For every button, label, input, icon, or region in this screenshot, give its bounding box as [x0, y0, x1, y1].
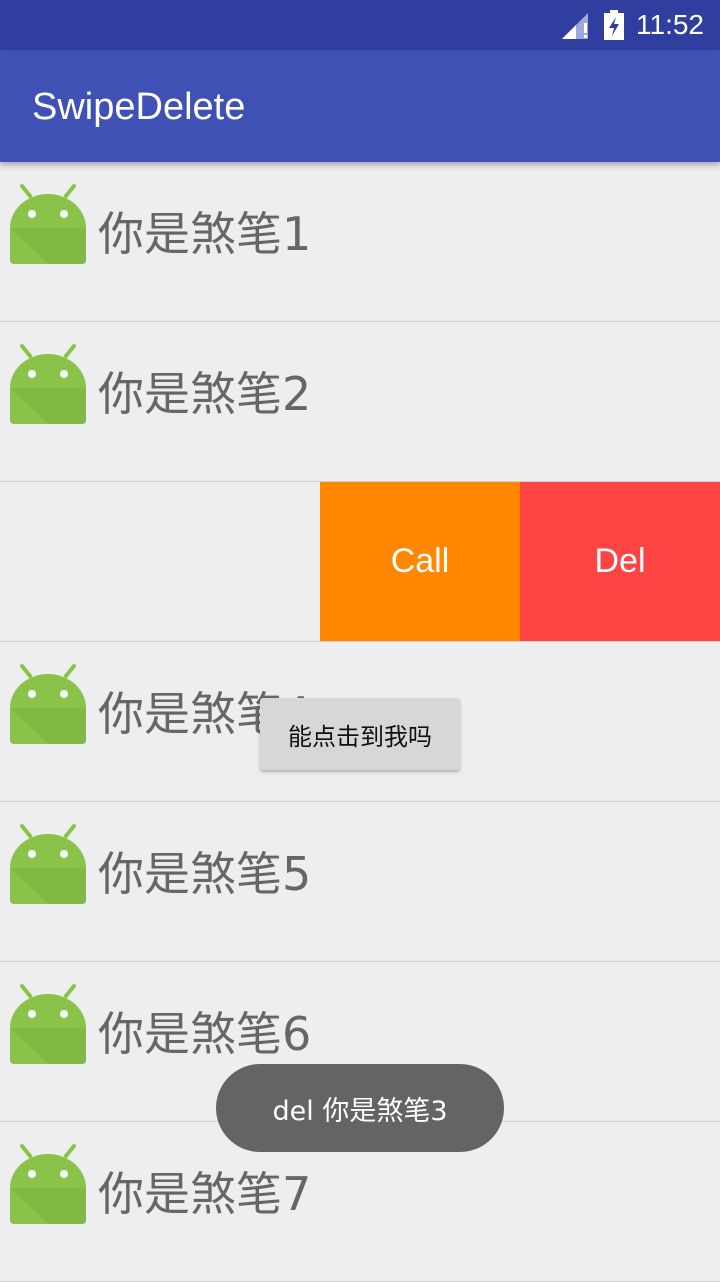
android-icon	[10, 664, 86, 744]
list-item-label: 你是煞笔5	[98, 847, 312, 901]
delete-button[interactable]: Del	[520, 482, 720, 641]
battery-icon	[604, 10, 624, 40]
list-item-label: 你是煞笔1	[98, 207, 312, 261]
toast-message: del 你是煞笔3	[216, 1064, 504, 1152]
list-item[interactable]: 你是煞笔2	[0, 322, 720, 482]
status-bar: 11:52	[0, 0, 720, 50]
status-icons: 11:52	[562, 0, 704, 50]
android-icon	[10, 184, 86, 264]
list-item-label: 你是煞笔2	[98, 367, 312, 421]
list-item[interactable]: 你是煞笔4 能点击到我吗	[0, 642, 720, 802]
android-icon	[10, 824, 86, 904]
list-item-label: 你是煞笔7	[98, 1167, 312, 1221]
android-icon	[10, 984, 86, 1064]
app-title: SwipeDelete	[32, 86, 246, 128]
android-icon	[10, 344, 86, 424]
inline-test-button[interactable]: 能点击到我吗	[260, 698, 460, 770]
swiped-list-item[interactable]: Call Del	[0, 482, 720, 642]
list-item[interactable]: 你是煞笔1	[0, 162, 720, 322]
status-time: 11:52	[636, 9, 704, 40]
signal-icon	[562, 13, 588, 39]
list-item-label: 你是煞笔6	[98, 1007, 312, 1061]
list-item[interactable]: 你是煞笔5	[0, 802, 720, 962]
app-bar: SwipeDelete	[0, 50, 720, 162]
android-icon	[10, 1144, 86, 1224]
call-button[interactable]: Call	[320, 482, 520, 641]
